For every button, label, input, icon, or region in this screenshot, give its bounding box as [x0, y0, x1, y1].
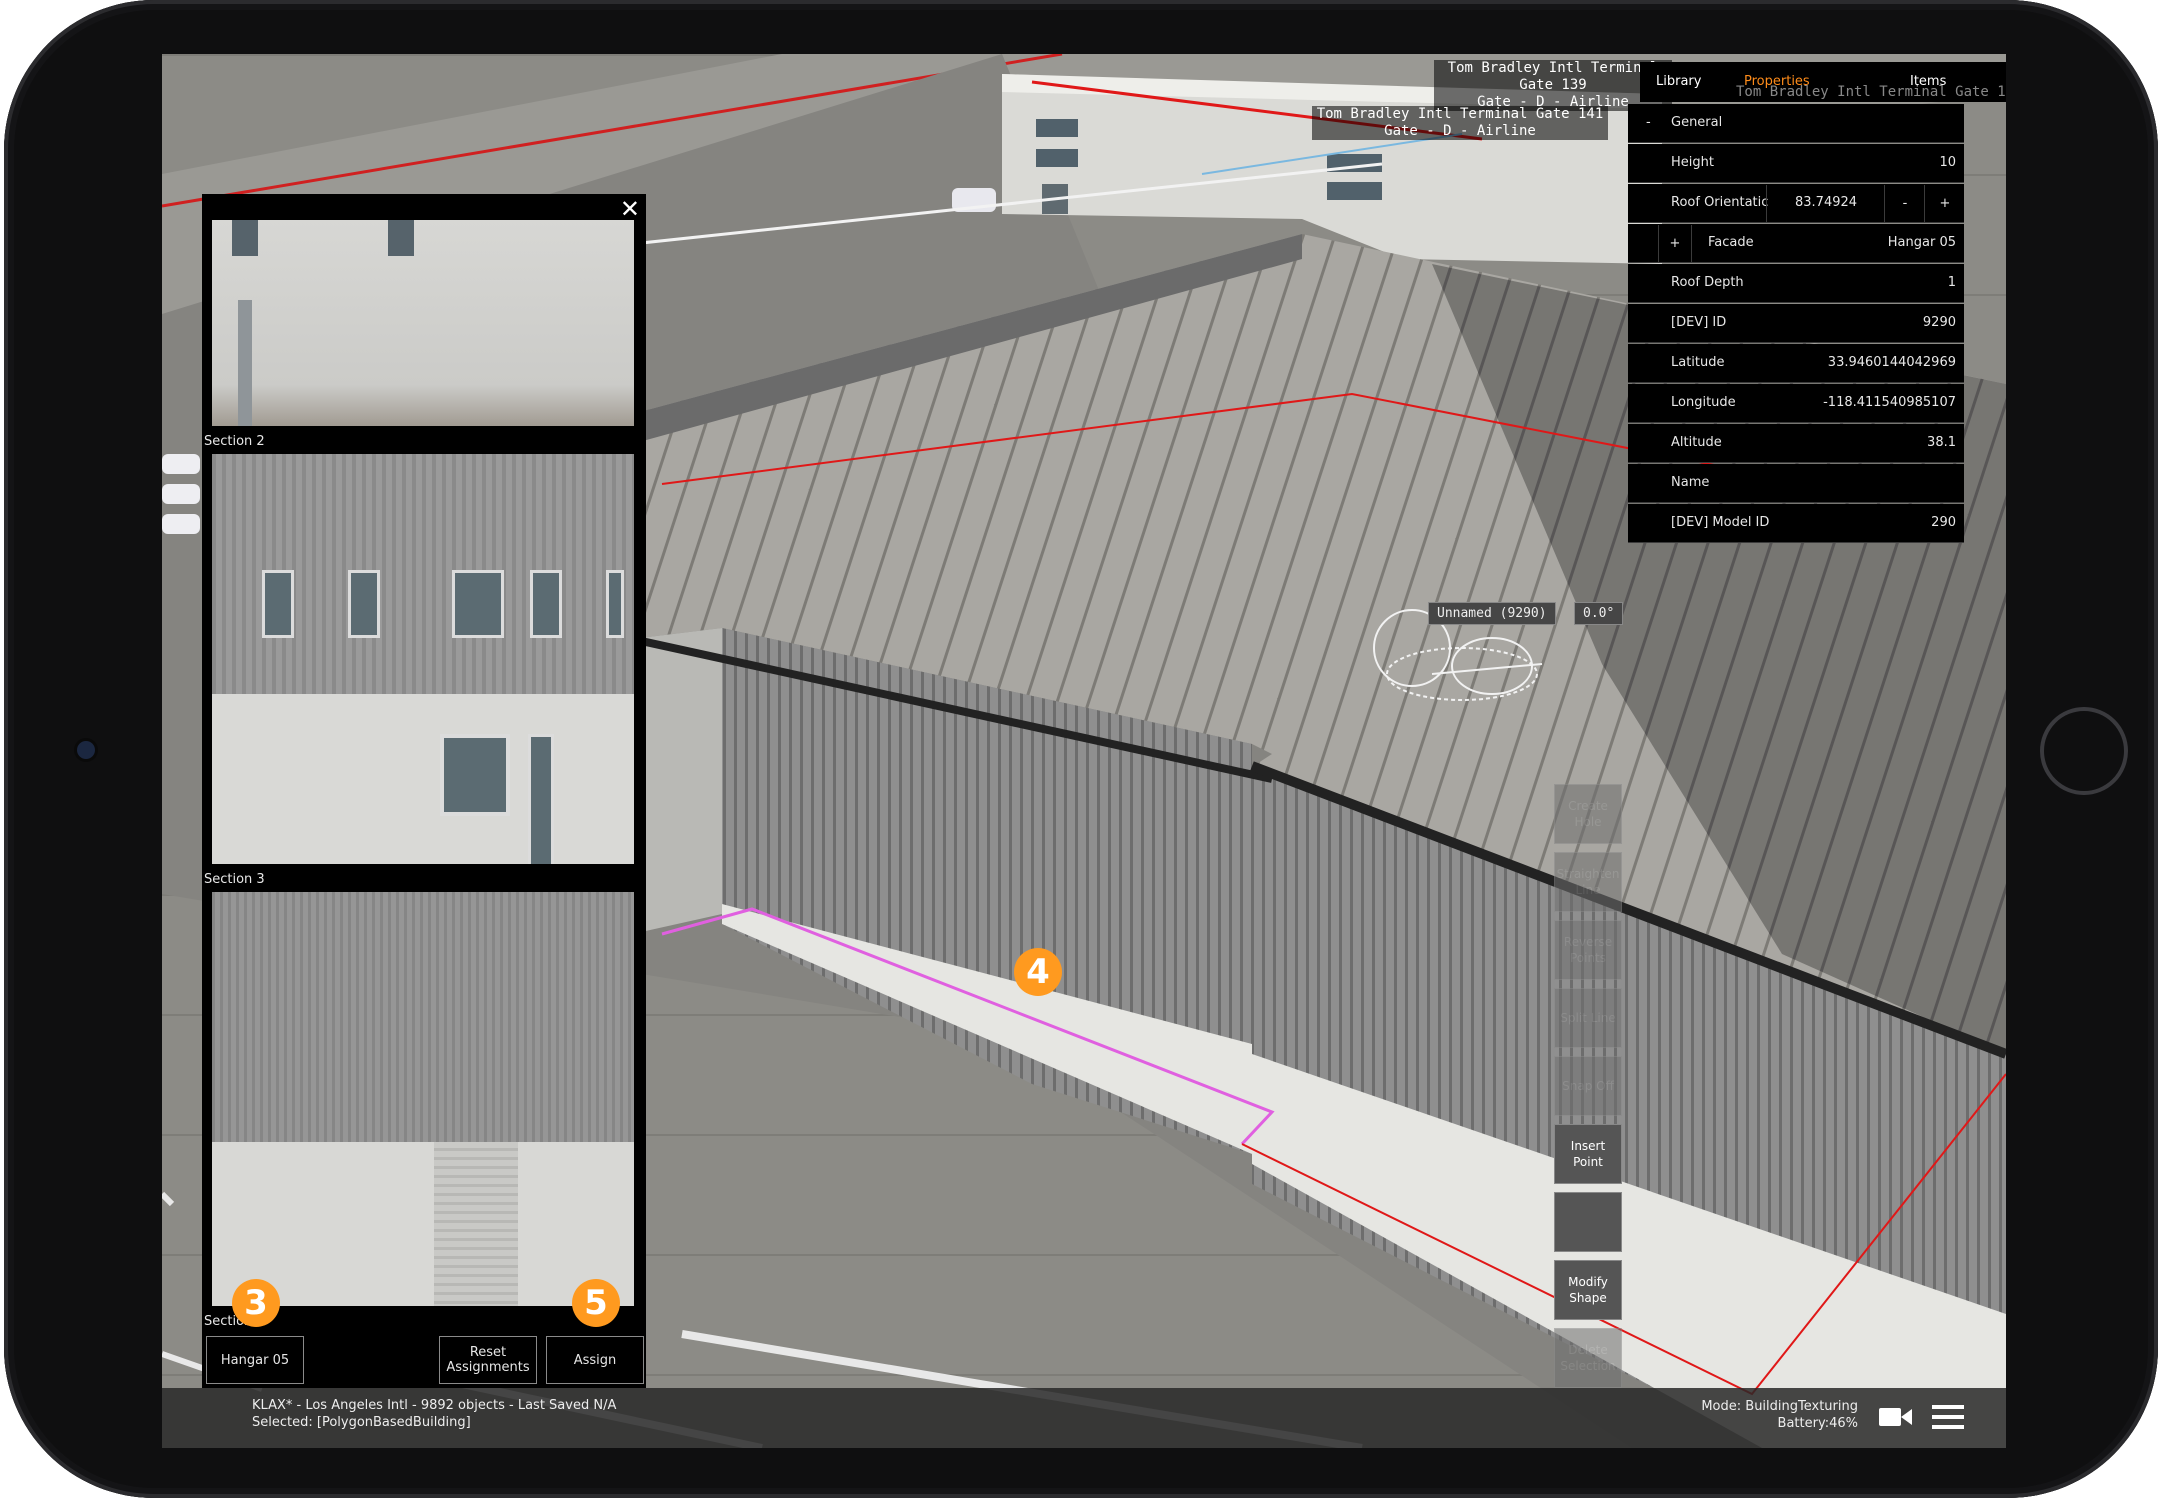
property-label: Height: [1671, 155, 1714, 170]
status-selection: Selected: [PolygonBasedBuilding]: [252, 1415, 471, 1430]
close-icon[interactable]: ✕: [620, 196, 640, 222]
object-name-tag: Unnamed (9290): [1428, 602, 1556, 625]
panel-tabs: Library Properties Items Tom Bradley Int…: [1640, 62, 2006, 102]
property-height[interactable]: Height 10: [1628, 144, 1964, 183]
texture-window: [440, 734, 510, 816]
callout-marker-3: 3: [232, 1279, 280, 1327]
snap-off-button[interactable]: Snap Off: [1554, 1056, 1622, 1116]
texture-door: [528, 734, 554, 864]
blank-tool-button[interactable]: [1554, 1192, 1622, 1252]
group-label: General: [1671, 115, 1723, 130]
property-roof-orientation[interactable]: Roof Orientatic 83.74924 - +: [1628, 184, 1964, 223]
property-value[interactable]: 38.1: [1927, 435, 1956, 450]
roof-orientation-input[interactable]: 83.74924: [1766, 185, 1871, 222]
status-battery: Battery:46%: [1777, 1416, 1858, 1431]
insert-point-button[interactable]: Insert Point: [1554, 1124, 1622, 1184]
texture-window: [452, 570, 504, 638]
app-screen: Tom Bradley Intl Terminal Gate 139 Gate …: [162, 54, 2006, 1448]
property-group-general[interactable]: - General: [1628, 104, 1964, 143]
property-model-id[interactable]: [DEV] Model ID 290: [1628, 504, 1964, 543]
property-value[interactable]: 10: [1939, 155, 1956, 170]
property-value: 290: [1931, 515, 1956, 530]
section-label: Section 3: [204, 872, 265, 887]
increment-button[interactable]: +: [1924, 185, 1965, 222]
property-altitude[interactable]: Altitude 38.1: [1628, 424, 1964, 463]
texture-base: [212, 1142, 634, 1306]
texture-window: [388, 220, 414, 256]
facade-texture-section-2[interactable]: [212, 454, 634, 864]
property-value[interactable]: -118.411540985107: [1823, 395, 1956, 410]
facade-section-panel: ✕ Section 2 Section 3 Section 4: [202, 194, 646, 1388]
texture-rollup-door: [434, 1142, 518, 1306]
texture-corrugated: [212, 892, 634, 1142]
reset-assignments-button[interactable]: Reset Assignments: [439, 1336, 537, 1384]
vehicle: [162, 484, 200, 504]
callout-marker-4: 4: [1014, 948, 1062, 996]
video-camera-icon[interactable]: [1878, 1404, 1914, 1430]
property-value[interactable]: Hangar 05: [1888, 235, 1956, 250]
hamburger-menu-icon[interactable]: [1932, 1402, 1964, 1432]
decrement-button[interactable]: -: [1884, 185, 1925, 222]
front-camera: [77, 741, 95, 759]
texture-window: [606, 570, 624, 638]
status-mode: Mode: BuildingTexturing: [1701, 1399, 1858, 1414]
property-label: Latitude: [1671, 355, 1725, 370]
property-label: [DEV] ID: [1671, 315, 1727, 330]
property-roof-depth[interactable]: Roof Depth 1: [1628, 264, 1964, 303]
facade-texture-section-1[interactable]: [212, 220, 634, 426]
roof-orientation-value: 83.74924: [1795, 195, 1858, 210]
property-value: 9290: [1922, 315, 1956, 330]
delete-selection-button[interactable]: Delete Selection: [1554, 1328, 1622, 1388]
vehicle: [162, 454, 200, 474]
status-scene-info: KLAX* - Los Angeles Intl - 9892 objects …: [252, 1398, 617, 1413]
property-label: Longitude: [1671, 395, 1736, 410]
property-label: [DEV] Model ID: [1671, 515, 1770, 530]
property-label: Altitude: [1671, 435, 1722, 450]
property-label: Roof Depth: [1671, 275, 1744, 290]
texture-window: [262, 570, 294, 638]
property-label: Roof Orientatic: [1671, 195, 1769, 210]
texture-window: [348, 570, 380, 638]
gate-label-line: Tom Bradley Intl Terminal Gate 139: [1447, 60, 1659, 93]
property-latitude[interactable]: Latitude 33.9460144042969: [1628, 344, 1964, 383]
terminal-window: [1036, 149, 1078, 167]
home-button[interactable]: [2040, 707, 2128, 795]
gate-label-141[interactable]: Tom Bradley Intl Terminal Gate 141 Gate …: [1312, 106, 1608, 140]
status-bar: KLAX* - Los Angeles Intl - 9892 objects …: [162, 1388, 2006, 1448]
texture-window: [530, 570, 562, 638]
facade-name-button[interactable]: Hangar 05: [206, 1336, 304, 1384]
property-label: Name: [1671, 475, 1710, 490]
gate-label-line: Gate - D - Airline: [1384, 123, 1536, 139]
straighten-line-button[interactable]: Straighten Line: [1554, 852, 1622, 912]
property-facade[interactable]: + Facade Hangar 05: [1628, 224, 1964, 263]
property-label: Facade: [1708, 235, 1754, 250]
terminal-window: [1327, 182, 1382, 200]
tablet-frame: Tom Bradley Intl Terminal Gate 139 Gate …: [4, 0, 2158, 1498]
expand-toggle[interactable]: +: [1658, 225, 1692, 262]
rotation-angle-tag: 0.0°: [1574, 602, 1624, 625]
gate-label-line: Tom Bradley Intl Terminal Gate 141: [1316, 106, 1604, 122]
property-value[interactable]: 1: [1948, 275, 1956, 290]
texture-window: [232, 220, 258, 256]
split-line-button[interactable]: Split Line: [1554, 988, 1622, 1048]
property-longitude[interactable]: Longitude -118.411540985107: [1628, 384, 1964, 423]
texture-door: [238, 300, 252, 426]
reverse-points-button[interactable]: Reverse Points: [1554, 920, 1622, 980]
property-value[interactable]: 33.9460144042969: [1828, 355, 1956, 370]
texture-base: [212, 694, 634, 864]
terminal-window: [1036, 119, 1078, 137]
collapse-toggle[interactable]: -: [1646, 115, 1651, 130]
vehicle: [162, 514, 200, 534]
assign-button[interactable]: Assign: [546, 1336, 644, 1384]
tab-library[interactable]: Library: [1656, 74, 1701, 89]
modify-shape-button[interactable]: Modify Shape: [1554, 1260, 1622, 1320]
property-dev-id[interactable]: [DEV] ID 9290: [1628, 304, 1964, 343]
callout-marker-5: 5: [572, 1279, 620, 1327]
gate-label-behind: Tom Bradley Intl Terminal Gate 1: [1736, 84, 2006, 100]
create-hole-button[interactable]: Create Hole: [1554, 784, 1622, 844]
facade-texture-section-3[interactable]: [212, 892, 634, 1306]
property-name[interactable]: Name: [1628, 464, 1964, 503]
section-label: Section 2: [204, 434, 265, 449]
